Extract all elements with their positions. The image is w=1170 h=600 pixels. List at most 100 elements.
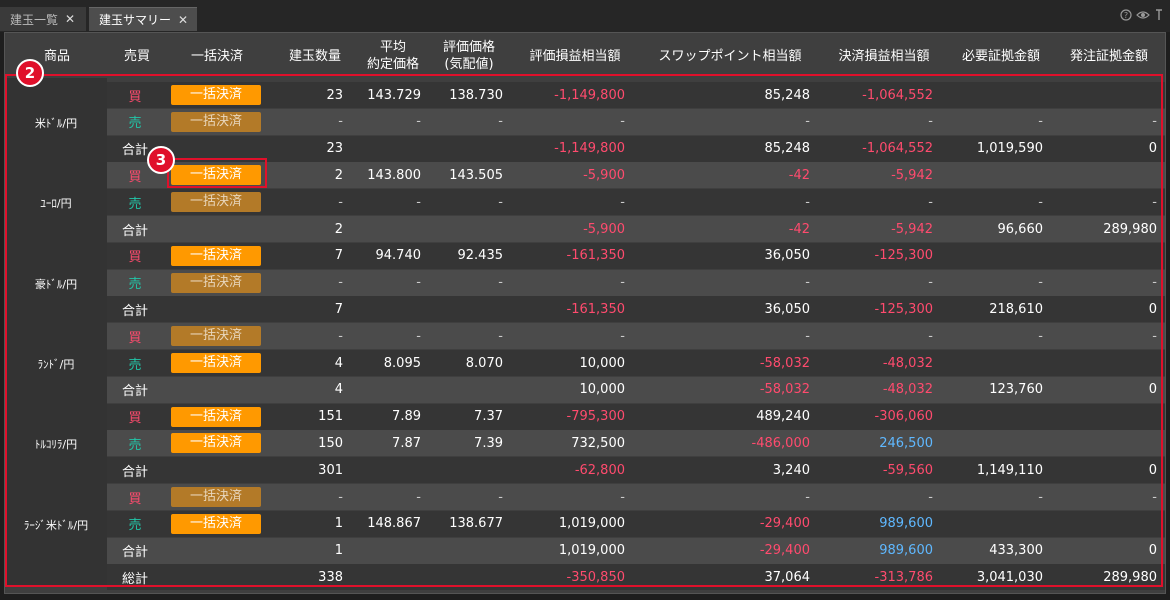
bulk-settle-button[interactable]: 一括決済	[171, 111, 261, 132]
table-row: 売 一括決済 4 8.095 8.070 10,000 -58,032 -48,032	[107, 350, 1165, 376]
cell-eval: -	[498, 489, 503, 505]
cell-eval	[421, 136, 503, 162]
cell-pl: 10,000	[579, 382, 626, 398]
cell-swap: 36,050	[764, 301, 811, 317]
cell-swap: 37,064	[764, 569, 811, 585]
cell-swap: -	[805, 114, 810, 130]
cell-om: 289,980	[1103, 221, 1157, 237]
pin-icon[interactable]	[1154, 9, 1164, 21]
header-swap: スワップポイント相当額	[658, 48, 802, 64]
cell-eval: -	[498, 275, 503, 291]
cell-qty: 23	[326, 87, 343, 103]
side-label: 合計	[121, 545, 148, 561]
bulk-settle-button[interactable]: 一括決済	[171, 326, 261, 347]
table-row: 売 一括決済 150 7.87 7.39 732,500 -486,000 246,500	[107, 430, 1165, 457]
eye-icon[interactable]	[1136, 9, 1150, 21]
cell-avg: 143.800	[367, 167, 421, 183]
cell-om: -	[1152, 114, 1157, 130]
bulk-settle-button[interactable]: 一括決済	[171, 513, 261, 534]
cell-margin: 123,760	[989, 382, 1043, 398]
bulk-settle-button[interactable]: 一括決済	[171, 433, 261, 454]
tab-positions-summary[interactable]: 建玉サマリー ✕	[89, 7, 197, 31]
bulk-settle-button[interactable]: 一括決済	[171, 272, 261, 293]
tab-label: 建玉サマリー	[99, 13, 172, 27]
side-label: 合計	[121, 223, 148, 239]
cell-margin: 1,149,110	[976, 462, 1043, 478]
table-row: 合計 2 -5,900 -42 -5,942 96,660 289,980	[107, 216, 1165, 242]
table-row: 買 一括決済 7 94.740 92.435 -161,350 36,050 -125,300	[107, 242, 1165, 269]
cell-qty: -	[338, 328, 343, 344]
cell-qty: 4	[334, 355, 343, 371]
cell-om: 0	[1148, 382, 1157, 398]
bulk-settle-button[interactable]: 一括決済	[171, 165, 261, 186]
cell-qty: -	[338, 114, 343, 130]
cell-om	[1057, 430, 1157, 456]
bulk-settle-button[interactable]: 一括決済	[171, 406, 261, 427]
close-icon[interactable]: ✕	[178, 13, 188, 27]
side-label: 売	[128, 116, 142, 132]
cell-pl: 732,500	[571, 435, 625, 451]
cell-avg: 94.740	[375, 248, 422, 264]
cell-margin	[947, 82, 1043, 108]
cell-avg	[345, 538, 421, 564]
cell-avg: 7.87	[392, 435, 421, 451]
cell-settle: -	[928, 194, 933, 210]
cell-avg: -	[416, 114, 421, 130]
cell-margin: 96,660	[997, 221, 1044, 237]
cell-om	[1057, 350, 1157, 376]
cell-qty: -	[338, 275, 343, 291]
bulk-settle-button[interactable]: 一括決済	[171, 85, 261, 105]
cell-eval: 8.070	[465, 355, 503, 371]
cell-om	[1057, 404, 1157, 430]
bulk-settle-button[interactable]: 一括決済	[171, 487, 261, 507]
table-row: 買 一括決済 2 143.800 143.505 -5,900 -42 -5,942	[107, 162, 1165, 189]
header-bulk-settle: 一括決済	[190, 48, 243, 64]
cell-settle: -5,942	[891, 221, 933, 237]
close-icon[interactable]: ✕	[65, 12, 75, 26]
cell-avg: -	[416, 194, 421, 210]
cell-margin	[947, 243, 1043, 269]
cell-swap: -58,032	[759, 382, 810, 398]
cell-eval: -	[498, 328, 503, 344]
header-settle-pl: 決済損益相当額	[838, 48, 930, 64]
cell-settle: -48,032	[882, 355, 933, 371]
cell-swap: 3,240	[772, 462, 810, 478]
header-order-margin: 発注証拠金額	[1069, 48, 1148, 64]
cell-avg	[345, 216, 421, 242]
side-label: 売	[128, 437, 142, 453]
cell-swap: -	[805, 489, 810, 505]
cell-om	[1057, 82, 1157, 108]
table-header: 商品 売買 一括決済 建玉数量 平均 約定価格 評価価格 (気配値) 評価損益相…	[5, 34, 1165, 78]
cell-pl: -	[620, 275, 625, 291]
cell-eval: -	[498, 114, 503, 130]
cell-margin: 1,019,590	[976, 141, 1043, 157]
product-name: ﾗｰｼﾞ米ﾄﾞﾙ/円	[23, 518, 89, 532]
cell-eval	[421, 216, 503, 242]
cell-swap: -486,000	[751, 435, 810, 451]
cell-pl: -350,850	[566, 569, 625, 585]
tab-positions-list[interactable]: 建玉一覧 ✕	[0, 7, 86, 31]
cell-pl: -1,149,800	[554, 87, 625, 103]
cell-pl: -5,900	[583, 167, 625, 183]
cell-margin: -	[1038, 114, 1043, 130]
cell-om	[1057, 162, 1157, 188]
cell-margin: -	[1038, 194, 1043, 210]
cell-om: -	[1152, 275, 1157, 291]
cell-avg	[345, 136, 421, 162]
bulk-settle-button[interactable]: 一括決済	[171, 245, 261, 266]
bulk-settle-button[interactable]: 一括決済	[171, 192, 261, 213]
table-row: 売 一括決済 1 148.867 138.677 1,019,000 -29,400 989,…	[107, 510, 1165, 537]
cell-om: 0	[1148, 141, 1157, 157]
cell-settle: -125,300	[874, 301, 933, 317]
cell-avg: 148.867	[367, 516, 421, 532]
bulk-settle-button[interactable]: 一括決済	[171, 353, 261, 373]
cell-avg: -	[416, 489, 421, 505]
help-icon[interactable]: ?	[1120, 9, 1132, 21]
cell-eval	[421, 296, 503, 322]
cell-om	[1057, 511, 1157, 537]
cell-margin: 218,610	[989, 301, 1043, 317]
cell-pl: -	[620, 114, 625, 130]
cell-eval: 138.677	[449, 516, 503, 532]
side-label: 買	[128, 89, 142, 105]
cell-settle: 989,600	[879, 543, 933, 559]
